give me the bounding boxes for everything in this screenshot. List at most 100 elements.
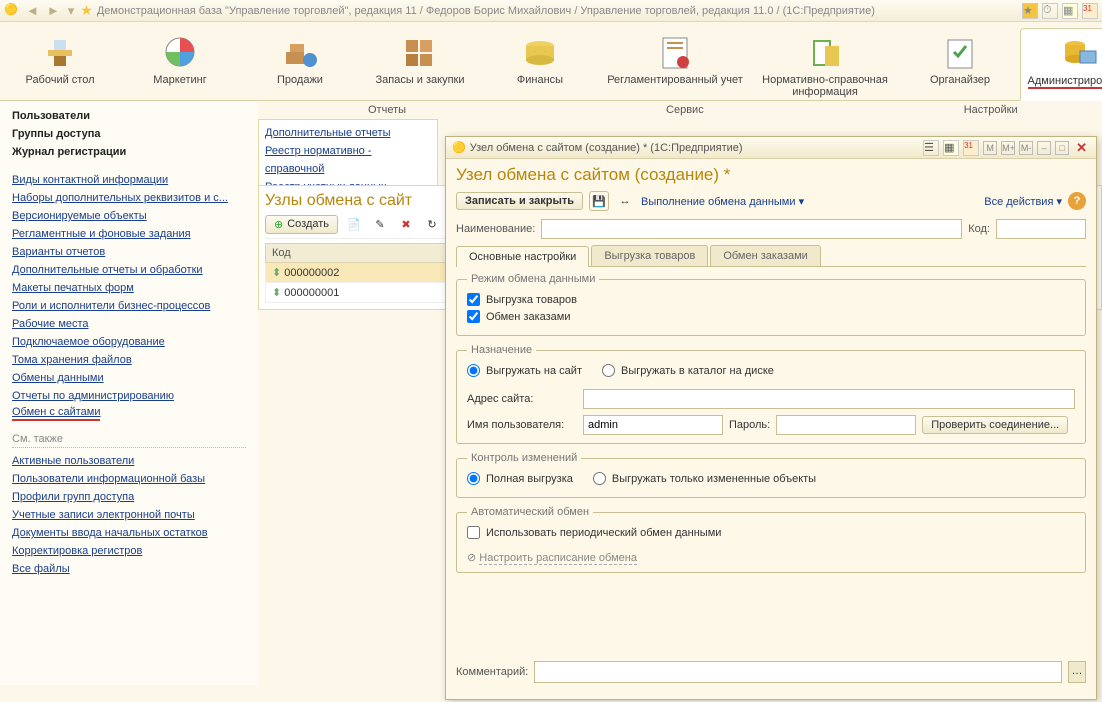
sidebar-link[interactable]: Дополнительные отчеты и обработки [12, 261, 246, 279]
sidebar-link[interactable]: Регламентные и фоновые задания [12, 225, 246, 243]
cat-settings[interactable]: Настройки [964, 104, 1018, 116]
mem-mminus[interactable]: М- [1019, 141, 1033, 155]
nav-sidebar: Пользователи Группы доступа Журнал регис… [0, 101, 258, 685]
edit-icon[interactable]: ✎ [370, 214, 390, 234]
dialog-titlebar: 🟡 Узел обмена с сайтом (создание) * (1С:… [446, 137, 1096, 159]
section-sales[interactable]: Продажи [240, 28, 360, 100]
schedule-link[interactable]: Настроить расписание обмена [479, 552, 637, 565]
mem-m[interactable]: М [983, 141, 997, 155]
section-desktop[interactable]: Рабочий стол [0, 28, 120, 100]
section-stock[interactable]: Запасы и закупки [360, 28, 480, 100]
all-actions-link[interactable]: Все действия ▾ [984, 195, 1062, 208]
rad-full[interactable]: Полная выгрузка [467, 472, 573, 485]
copy-icon[interactable]: 📄 [344, 214, 364, 234]
favlist-icon[interactable]: ★ [1022, 3, 1038, 19]
code-label: Код: [968, 223, 990, 235]
section-organizer[interactable]: Органайзер [900, 28, 1020, 100]
app-logo-icon: 🟡 [4, 3, 20, 19]
comment-input[interactable] [534, 661, 1062, 683]
help-icon[interactable]: ? [1068, 192, 1086, 210]
save-close-button[interactable]: Записать и закрыть [456, 192, 583, 210]
user-input[interactable] [583, 415, 723, 435]
calendar-icon[interactable]: 31 [1082, 3, 1098, 19]
chk-periodic[interactable]: Использовать периодический обмен данными [467, 526, 1075, 539]
exchange-run-link[interactable]: Выполнение обмена данными ▾ [641, 195, 804, 208]
sidebar-link[interactable]: Отчеты по администрированию [12, 387, 246, 405]
create-button[interactable]: ⊕Создать [265, 215, 338, 234]
section-admin[interactable]: Администрирование [1020, 28, 1102, 101]
auto-legend: Автоматический обмен [467, 506, 593, 518]
report-link[interactable]: Дополнительные отчеты [265, 124, 431, 142]
section-regacct[interactable]: Регламентированный учет [600, 28, 750, 100]
sidebar-journal[interactable]: Журнал регистрации [12, 143, 246, 161]
sidebar-link[interactable]: Активные пользователи [12, 452, 246, 470]
history-icon[interactable]: ⏱ [1042, 3, 1058, 19]
rad-to-site[interactable]: Выгружать на сайт [467, 364, 582, 377]
favorite-star-icon[interactable]: ★ [80, 2, 93, 19]
app-titlebar: 🟡 ◄ ► ▾ ★ Демонстрационная база "Управле… [0, 0, 1102, 22]
history-dropdown-icon[interactable]: ▾ [66, 3, 77, 19]
report-link[interactable]: Реестр нормативно - справочной [265, 142, 431, 178]
sidebar-link[interactable]: Виды контактной информации [12, 171, 246, 189]
calc-icon[interactable]: ▦ [1062, 3, 1078, 19]
minimize-icon[interactable]: – [1037, 141, 1051, 155]
section-refdata[interactable]: Нормативно-справочная информация [750, 28, 900, 100]
close-icon[interactable]: ✕ [1073, 140, 1090, 156]
save-icon[interactable]: 💾 [589, 191, 609, 211]
sidebar-link[interactable]: Подключаемое оборудование [12, 333, 246, 351]
rad-changed[interactable]: Выгружать только измененные объекты [593, 472, 816, 485]
section-finance[interactable]: Финансы [480, 28, 600, 100]
maximize-icon[interactable]: □ [1055, 141, 1069, 155]
section-toolbar: Рабочий стол Маркетинг Продажи Запасы и … [0, 22, 1102, 101]
nav-back-icon[interactable]: ◄ [24, 3, 41, 18]
sidebar-link[interactable]: Все файлы [12, 560, 246, 578]
cat-service[interactable]: Сервис [666, 104, 704, 116]
test-connection-button[interactable]: Проверить соединение... [922, 416, 1068, 434]
tab-main[interactable]: Основные настройки [456, 246, 589, 267]
sidebar-link[interactable]: Корректировка регистров [12, 542, 246, 560]
pwd-input[interactable] [776, 415, 916, 435]
chk-upload-goods[interactable]: Выгрузка товаров [467, 293, 1075, 306]
name-label: Наименование: [456, 223, 535, 235]
change-fieldset: Контроль изменений Полная выгрузка Выгру… [456, 452, 1086, 498]
chk-exchange-orders[interactable]: Обмен заказами [467, 310, 1075, 323]
cat-reports[interactable]: Отчеты [368, 104, 406, 116]
sidebar-link[interactable]: Обмены данными [12, 369, 246, 387]
mem-mplus[interactable]: М+ [1001, 141, 1015, 155]
tab-orders[interactable]: Обмен заказами [710, 245, 821, 266]
refresh-icon[interactable]: ↻ [422, 214, 442, 234]
rad-to-disk[interactable]: Выгружать в каталог на диске [602, 364, 774, 377]
sidebar-link[interactable]: Варианты отчетов [12, 243, 246, 261]
nav-fwd-icon[interactable]: ► [45, 3, 62, 18]
sidebar-link[interactable]: Учетные записи электронной почты [12, 506, 246, 524]
sidebar-link[interactable]: Роли и исполнители бизнес-процессов [12, 297, 246, 315]
mode-legend: Режим обмена данными [467, 273, 599, 285]
dialog-app-icon: 🟡 [452, 141, 466, 154]
sidebar-link[interactable]: Пользователи информационной базы [12, 470, 246, 488]
sidebar-users[interactable]: Пользователи [12, 107, 246, 125]
exchange-run-icon[interactable]: ↔ [615, 191, 635, 211]
sidebar-link[interactable]: Документы ввода начальных остатков [12, 524, 246, 542]
comment-select-icon[interactable]: … [1068, 661, 1086, 683]
dlg-calc-icon[interactable]: ▦ [943, 140, 959, 156]
sidebar-link[interactable]: Версионируемые объекты [12, 207, 246, 225]
tab-goods[interactable]: Выгрузка товаров [591, 245, 708, 266]
sidebar-link[interactable]: Наборы дополнительных реквизитов и с... [12, 189, 246, 207]
sidebar-groups[interactable]: Группы доступа [12, 125, 246, 143]
see-also-header: См. также [12, 433, 246, 448]
sidebar-link[interactable]: Рабочие места [12, 315, 246, 333]
dlg-calendar-icon[interactable]: 31 [963, 140, 979, 156]
sidebar-link[interactable]: Макеты печатных форм [12, 279, 246, 297]
dlg-fav-icon[interactable]: ☰ [923, 140, 939, 156]
dialog-tabs: Основные настройки Выгрузка товаров Обме… [456, 245, 1086, 267]
sidebar-link[interactable]: Тома хранения файлов [12, 351, 246, 369]
code-input[interactable] [996, 219, 1086, 239]
sidebar-link[interactable]: Профили групп доступа [12, 488, 246, 506]
delete-icon[interactable]: ✖ [396, 214, 416, 234]
section-marketing[interactable]: Маркетинг [120, 28, 240, 100]
name-input[interactable] [541, 219, 962, 239]
dest-legend: Назначение [467, 344, 536, 356]
sidebar-exchange-sites[interactable]: Обмен с сайтами [12, 405, 100, 421]
dialog-wintitle: Узел обмена с сайтом (создание) * (1С:Пр… [470, 142, 743, 154]
addr-input[interactable] [583, 389, 1075, 409]
